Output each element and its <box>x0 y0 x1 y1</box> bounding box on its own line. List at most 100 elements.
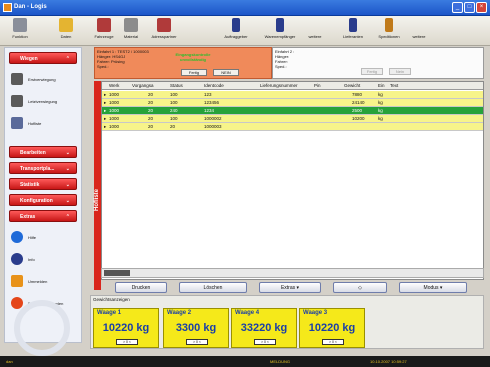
close-icon[interactable]: × <box>476 2 487 13</box>
fertig-button[interactable]: Fertig <box>181 69 207 76</box>
sidebar-item-info[interactable]: Info <box>5 248 81 270</box>
toolbar-auftraggeber-button[interactable]: Auftraggeber <box>218 18 254 39</box>
sidebar-item-label: Erstverwiegung <box>28 76 56 82</box>
horizontal-scrollbar[interactable] <box>101 268 484 278</box>
loeschen-button[interactable]: Löschen <box>179 282 247 293</box>
table-row[interactable]: ▸ 1000 20 100 123 7880 kg <box>102 91 483 99</box>
toolbar-weitere-button[interactable]: weitere <box>304 18 326 39</box>
sidebar-header-label: Statistik <box>20 182 40 188</box>
cell-werk: 1000 <box>109 108 120 113</box>
truck-icon <box>97 18 111 32</box>
sidebar-header-wiegen[interactable]: Wiegen ⌃ <box>9 52 77 64</box>
zero-button[interactable]: > 0 < <box>116 339 138 345</box>
column-header[interactable]: Werk <box>109 83 119 88</box>
refresh-button[interactable]: ◇ <box>333 282 387 293</box>
drucken-button[interactable]: Drucken <box>115 282 167 293</box>
sidebar-header-konfiguration[interactable]: Konfiguration ⌄ <box>9 194 77 206</box>
cell-vorgang: 20 <box>148 100 154 105</box>
scale-name: Waage 1 <box>97 310 122 316</box>
cell-gewicht: 24140 <box>352 100 365 105</box>
table-row[interactable]: ▸ 1000 20 240 1234 2500 kg <box>102 107 483 115</box>
toolbar-fahrzeuge-button[interactable]: Fahrzeuge <box>90 18 118 39</box>
window-controls: _ □ × <box>452 2 487 13</box>
toolbar-warenempfaenger-button[interactable]: Warenempfänger <box>258 18 302 39</box>
chevron-down-icon: ⌄ <box>65 182 70 188</box>
zero-button[interactable]: > 0 < <box>322 339 344 345</box>
supplier-icon <box>349 18 357 32</box>
action-bar: Drucken Löschen Extras ▾ ◇ Modus ▾ <box>101 282 484 294</box>
column-header[interactable]: Identcode <box>204 83 224 88</box>
row-expand-icon[interactable]: ▸ <box>104 116 106 122</box>
maximize-icon[interactable]: □ <box>464 2 475 13</box>
modus-label: Modus <box>423 285 439 291</box>
toolbar-adresspartner-button[interactable]: Adresspartner <box>146 18 182 39</box>
minimize-icon[interactable]: _ <box>452 2 463 13</box>
toolbar-label: Daten <box>60 34 72 39</box>
toolbar-material-button[interactable]: Material <box>118 18 144 39</box>
people-icon <box>13 18 27 32</box>
scale-display-2: Waage 2 3300 kg > 0 < <box>163 308 229 348</box>
modus-button[interactable]: Modus ▾ <box>399 282 467 293</box>
scrollbar-thumb[interactable] <box>104 270 130 276</box>
scale-icon <box>11 73 23 85</box>
column-header[interactable]: Status <box>170 83 183 88</box>
row-expand-icon[interactable]: ▸ <box>104 124 106 130</box>
sidebar-header-extras[interactable]: Extras ⌃ <box>9 210 77 222</box>
toolbar-label: Speditionen <box>378 34 400 39</box>
toolbar-lieferanten-button[interactable]: Lieferanten <box>336 18 370 39</box>
sidebar-item-letztverwiegung[interactable]: Letztverwiegung <box>5 90 81 112</box>
toolbar-weitere-button[interactable]: weitere <box>408 18 430 39</box>
hofliste-side-label: Hofliste <box>94 81 101 290</box>
column-header[interactable]: Lieferungsnummer <box>260 83 298 88</box>
toolbar-speditionen-button[interactable]: Speditionen <box>372 18 406 39</box>
toolbar-label: Auftraggeber <box>224 34 248 39</box>
sidebar-item-label: Info <box>28 256 35 262</box>
column-header[interactable]: Pin <box>314 83 321 88</box>
zero-button[interactable]: > 0 < <box>254 339 276 345</box>
toolbar-daten-button[interactable]: Daten <box>52 18 80 39</box>
zero-button[interactable]: > 0 < <box>186 339 208 345</box>
switch-user-icon <box>11 275 23 287</box>
table-row[interactable]: ▸ 1000 20 100 1000002 10200 kg <box>102 115 483 123</box>
sidebar-header-transportplanung[interactable]: Transportpla... ⌄ <box>9 162 77 174</box>
column-header[interactable]: Vorgangsa <box>132 83 154 88</box>
table-row[interactable]: ▸ 1000 20 100 123456 24140 kg <box>102 99 483 107</box>
sidebar-header-bearbeiten[interactable]: Bearbeiten ⌄ <box>9 146 77 158</box>
sidebar-header-statistik[interactable]: Statistik ⌄ <box>9 178 77 190</box>
chevron-down-icon: ⌄ <box>65 166 70 172</box>
recipient-icon <box>276 18 284 32</box>
status-bar: dan MELDUNG 10.10.2007 10:59:27 <box>0 356 490 367</box>
sidebar-item-label: Hilfe <box>28 234 37 240</box>
sidebar-item-label: Ummelden <box>28 278 48 284</box>
nein-button[interactable]: NEIN <box>213 69 239 76</box>
table-row[interactable]: ▸ 1000 20 20 1000003 <box>102 123 483 131</box>
scale-name: Waage 2 <box>167 310 192 316</box>
cell-ident: 1000003 <box>204 124 222 129</box>
sidebar: Wiegen ⌃ Erstverwiegung Letztverwiegung … <box>4 47 82 343</box>
column-header[interactable]: Text <box>390 83 398 88</box>
sidebar-item-erstverwiegung[interactable]: Erstverwiegung <box>5 68 81 90</box>
column-header[interactable]: Ein <box>378 83 385 88</box>
sidebar-item-hilfe[interactable]: Hilfe <box>5 226 81 248</box>
cell-ident: 123456 <box>204 100 220 105</box>
toolbar-funktion-button[interactable]: Funktion <box>6 18 34 39</box>
scale-name: Waage 4 <box>235 310 260 316</box>
column-header[interactable]: Gewicht <box>344 83 360 88</box>
scale-value: 33220 kg <box>240 322 288 334</box>
cell-status: 240 <box>170 108 178 113</box>
row-expand-icon[interactable]: ▸ <box>104 100 106 106</box>
sidebar-item-hofliste[interactable]: Hofliste <box>5 112 81 134</box>
toolbar-label: weitere <box>308 34 322 39</box>
fertig-button[interactable]: Fertig <box>361 68 383 75</box>
scale-display-3: Waage 3 10220 kg > 0 < <box>299 308 365 348</box>
cell-status: 100 <box>170 116 178 121</box>
sidebar-item-ummelden[interactable]: Ummelden <box>5 270 81 292</box>
row-expand-icon[interactable]: ▸ <box>104 92 106 98</box>
row-expand-icon[interactable]: ▸ <box>104 108 106 114</box>
help-icon <box>11 231 23 243</box>
chevron-up-icon: ⌃ <box>65 56 70 62</box>
client-icon <box>232 18 240 32</box>
extras-button[interactable]: Extras ▾ <box>259 282 321 293</box>
nein-button[interactable]: Nein <box>389 68 411 75</box>
cell-ein: kg <box>378 116 383 121</box>
